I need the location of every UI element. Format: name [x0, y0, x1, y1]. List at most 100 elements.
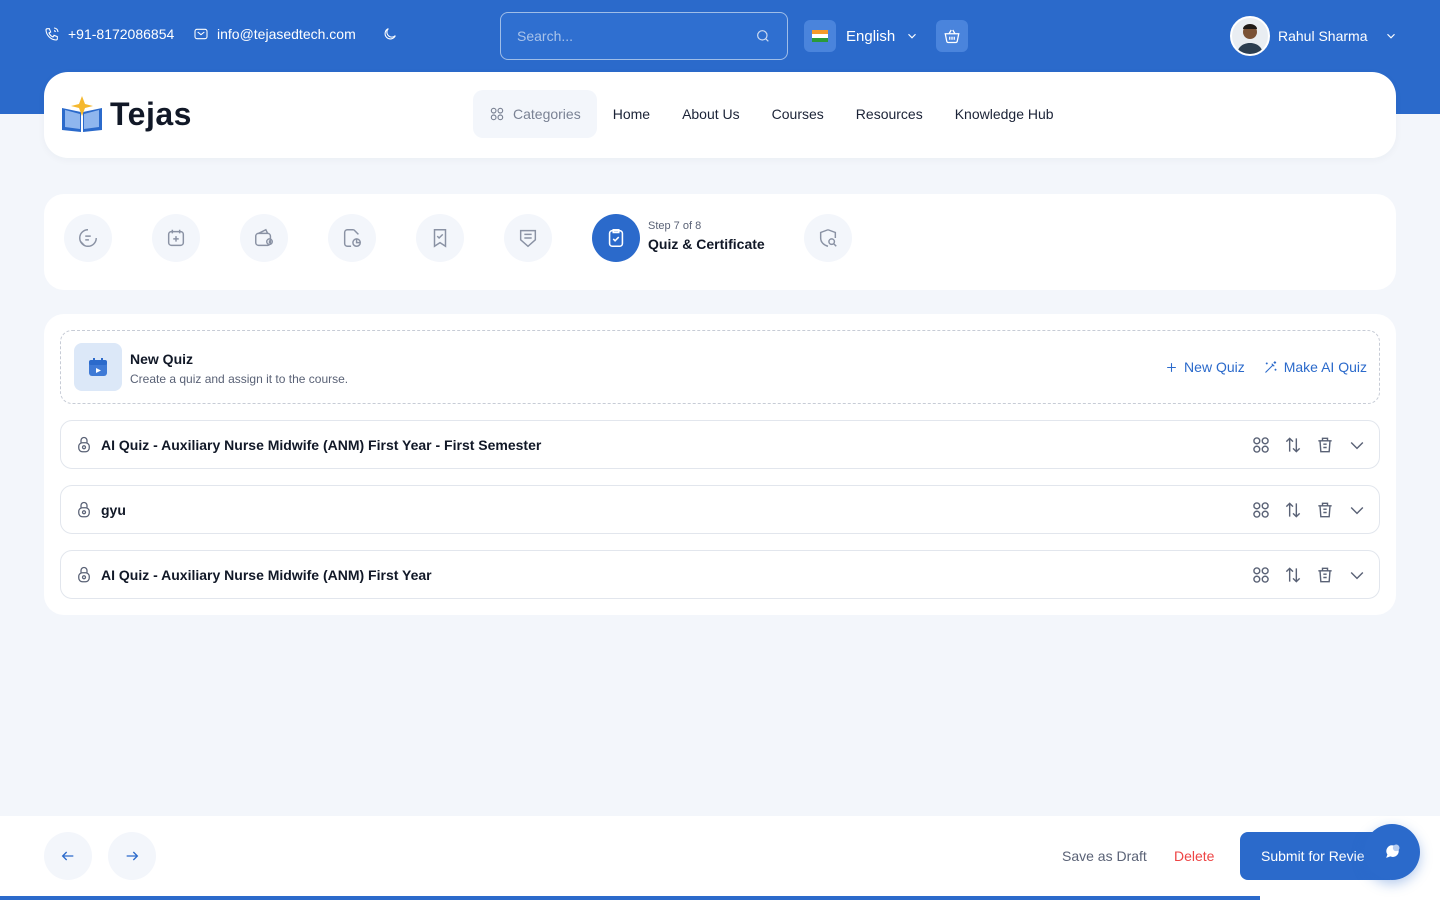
document-chart-icon — [343, 229, 361, 247]
grid-view-button[interactable] — [1251, 563, 1271, 587]
delete-button[interactable]: Delete — [1174, 848, 1214, 864]
add-quiz-button[interactable]: New Quiz — [1165, 359, 1245, 375]
language-label: English — [846, 27, 896, 45]
sort-arrows-icon — [1285, 502, 1301, 518]
nav-link-knowledge-hub[interactable]: Knowledge Hub — [939, 106, 1070, 122]
main-navigation: Tejas Categories Home About Us Courses R… — [44, 72, 1396, 158]
chevron-down-icon — [1350, 571, 1364, 580]
trash-icon — [1318, 567, 1332, 583]
wallet-icon — [255, 228, 273, 247]
chevron-down-icon — [908, 33, 917, 39]
add-quiz-label: New Quiz — [1184, 359, 1245, 375]
quiz-row[interactable]: gyu — [60, 485, 1380, 534]
delete-quiz-button[interactable] — [1315, 433, 1335, 457]
mail-icon — [194, 28, 208, 40]
expand-quiz-button[interactable] — [1347, 433, 1367, 457]
step-7[interactable] — [592, 214, 640, 262]
quiz-row[interactable]: AI Quiz - Auxiliary Nurse Midwife (ANM) … — [60, 550, 1380, 599]
step-8[interactable] — [804, 214, 852, 262]
bookmark-check-icon — [433, 229, 447, 248]
step-title: Quiz & Certificate — [648, 236, 765, 252]
delete-quiz-button[interactable] — [1315, 563, 1335, 587]
india-flag-icon — [804, 20, 836, 52]
new-quiz-title: New Quiz — [130, 351, 194, 367]
quiz-calendar-icon — [74, 343, 122, 391]
step-5[interactable] — [416, 214, 464, 262]
nav-link-about-us[interactable]: About Us — [666, 106, 756, 122]
nav-link-home[interactable]: Home — [597, 106, 666, 122]
arrow-right-icon — [126, 851, 139, 861]
trash-icon — [1318, 502, 1332, 518]
grid-icon — [490, 107, 504, 121]
search-icon[interactable] — [755, 28, 771, 44]
chevron-down-icon — [1350, 506, 1364, 515]
lock-icon — [78, 436, 90, 452]
trash-icon — [1318, 437, 1332, 453]
nav-link-resources[interactable]: Resources — [840, 106, 939, 122]
quiz-actions — [1251, 433, 1367, 457]
reorder-button[interactable] — [1283, 433, 1303, 457]
chevron-down-icon — [1386, 33, 1395, 39]
arrow-left-icon — [61, 851, 74, 861]
step-1[interactable] — [64, 214, 112, 262]
step-2[interactable] — [152, 214, 200, 262]
next-step-button[interactable] — [108, 832, 156, 880]
reorder-button[interactable] — [1283, 498, 1303, 522]
current-step-info: Step 7 of 8 Quiz & Certificate — [648, 220, 765, 252]
grid-icon — [1253, 437, 1269, 453]
nav-link-courses[interactable]: Courses — [756, 106, 840, 122]
expand-quiz-button[interactable] — [1347, 498, 1367, 522]
new-quiz-actions: New Quiz Make AI Quiz — [1165, 359, 1367, 375]
topbar: +91-8172086854 info@tejasedtech.com Engl… — [0, 0, 1440, 72]
previous-step-button[interactable] — [44, 832, 92, 880]
save-draft-button[interactable]: Save as Draft — [1062, 848, 1147, 864]
expand-quiz-button[interactable] — [1347, 563, 1367, 587]
step-3[interactable] — [240, 214, 288, 262]
chevron-down-icon — [1350, 441, 1364, 450]
chat-button[interactable] — [1364, 824, 1420, 880]
lock-icon — [78, 566, 90, 582]
step-6[interactable] — [504, 214, 552, 262]
cart-button[interactable] — [936, 20, 968, 52]
grid-view-button[interactable] — [1251, 433, 1271, 457]
quiz-row[interactable]: AI Quiz - Auxiliary Nurse Midwife (ANM) … — [60, 420, 1380, 469]
quiz-actions — [1251, 563, 1367, 587]
chat-bubble-icon — [1386, 844, 1400, 858]
delete-quiz-button[interactable] — [1315, 498, 1335, 522]
action-footer: Save as Draft Delete Submit for Review — [0, 816, 1440, 900]
categories-label: Categories — [513, 106, 581, 122]
search-badge-icon — [819, 229, 837, 247]
plus-icon — [1167, 362, 1176, 372]
grid-view-button[interactable] — [1251, 498, 1271, 522]
logo[interactable]: Tejas — [60, 94, 192, 134]
categories-button[interactable]: Categories — [473, 90, 597, 138]
phone-contact[interactable]: +91-8172086854 — [44, 26, 174, 42]
quiz-title: gyu — [101, 501, 126, 518]
new-quiz-subtitle: Create a quiz and assign it to the cours… — [130, 372, 349, 386]
new-quiz-box: New Quiz Create a quiz and assign it to … — [60, 330, 1380, 404]
step-4[interactable] — [328, 214, 376, 262]
grid-icon — [1253, 502, 1269, 518]
calendar-add-icon — [167, 229, 185, 247]
sort-arrows-icon — [1285, 437, 1301, 453]
make-ai-quiz-label: Make AI Quiz — [1283, 359, 1367, 375]
theme-toggle[interactable] — [382, 26, 398, 42]
lock-icon — [78, 501, 90, 517]
language-selector[interactable]: English — [804, 20, 919, 52]
brand-name: Tejas — [110, 95, 192, 132]
nav-links: Categories Home About Us Courses Resourc… — [473, 90, 1070, 138]
reorder-button[interactable] — [1283, 563, 1303, 587]
book-logo-icon — [62, 96, 102, 132]
shield-list-icon — [519, 229, 537, 248]
info-icon — [79, 229, 97, 247]
quiz-panel: New Quiz Create a quiz and assign it to … — [44, 314, 1396, 615]
avatar — [1230, 16, 1270, 56]
user-menu[interactable]: Rahul Sharma — [1230, 16, 1398, 56]
make-ai-quiz-button[interactable]: Make AI Quiz — [1263, 359, 1367, 375]
email-contact[interactable]: info@tejasedtech.com — [193, 26, 356, 42]
submit-review-label: Submit for Review — [1261, 848, 1375, 864]
email-address: info@tejasedtech.com — [217, 26, 356, 42]
search-input[interactable] — [517, 28, 755, 44]
course-stepper: Step 7 of 8 Quiz & Certificate — [44, 194, 1396, 290]
search-bar — [500, 12, 788, 60]
